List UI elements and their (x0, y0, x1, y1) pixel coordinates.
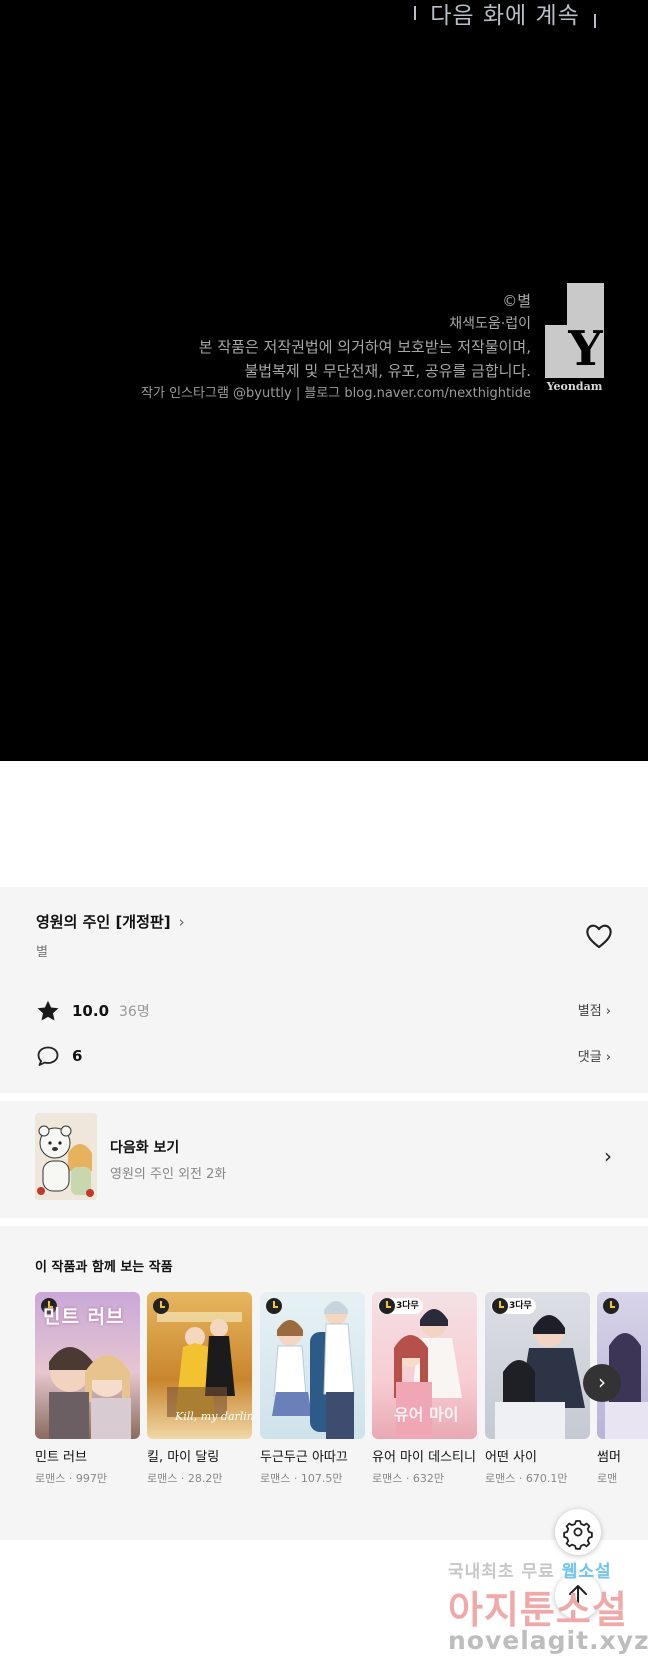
chevron-right-icon: › (605, 1004, 611, 1019)
card-title: 두근두근 아따끄 (260, 1450, 348, 1465)
card-title: 어떤 사이 (485, 1450, 537, 1465)
clock-icon (492, 1298, 508, 1314)
badge-label: 3다무 (509, 1301, 532, 1311)
comment-row: 6 (36, 1045, 82, 1067)
next-episode-thumbnail (35, 1113, 97, 1200)
work-title-link[interactable]: 영원의 주인 [개정판] › (36, 911, 185, 932)
card-meta: 로맨스 · 670.1만 (485, 1472, 568, 1485)
cover-thumbnail (260, 1292, 365, 1439)
copyright-notice-line-2: 불법복제 및 무단전재, 유포, 공유를 금합니다. (244, 362, 531, 380)
card-title: 썸머 (597, 1450, 621, 1465)
copyright-text: ©별 (502, 292, 531, 310)
badge-label: 3다무 (396, 1301, 419, 1311)
star-icon (37, 1000, 59, 1021)
publisher-logo: Y Yeondam (545, 283, 604, 397)
comment-count: 6 (72, 1047, 83, 1065)
free-badge: 3다무 (491, 1298, 536, 1314)
comment-link-label: 댓글 (577, 1050, 602, 1065)
copyright-notice-line-1: 본 작품은 저작권법에 의거하여 보호받는 저작물이며, (198, 338, 531, 356)
work-title: 영원의 주인 [개정판] (36, 913, 171, 931)
svg-text:Kill, my darling: Kill, my darling (174, 1410, 252, 1423)
logo-text: Yeondam (546, 380, 603, 393)
assist-credit: 채색도움·럽이 (449, 316, 531, 332)
card-title: 유어 마이 데스티니 (372, 1450, 476, 1465)
work-info-section: 영원의 주인 [개정판] › 별 10.0 36명 별점 › 6 댓글 › (0, 887, 648, 1093)
clock-icon (153, 1298, 169, 1314)
site-watermark: 국내최초 무료 웹소설 아지툰소설 novelagit.xyz (440, 1551, 648, 1666)
chevron-right-icon: › (605, 1050, 611, 1065)
heart-icon[interactable] (585, 923, 613, 949)
chevron-right-icon: › (598, 1370, 606, 1394)
recommendation-card[interactable]: 유어 마이 3다무 유어 마이 데스티니 로맨스 · 632만 (372, 1292, 477, 1486)
clock-icon (266, 1298, 282, 1314)
card-meta: 로맨 (597, 1472, 618, 1485)
card-meta: 로맨스 · 632만 (372, 1472, 444, 1485)
rate-link[interactable]: 별점 › (578, 1000, 611, 1019)
cover-thumbnail: 3다무 (485, 1292, 590, 1439)
watermark-line-3: novelagit.xyz (448, 1626, 648, 1655)
credits-block: ©별 채색도움·럽이 본 작품은 저작권법에 의거하여 보호받는 저작물이며, … (61, 289, 531, 405)
chevron-right-icon: › (604, 1144, 612, 1168)
next-episode-card[interactable]: 다음화 보기 영원의 주인 외전 2화 › (0, 1101, 648, 1218)
work-author: 별 (36, 945, 48, 960)
recommendation-card[interactable]: Kill, my darling 킬, 마이 달링 로맨스 · 28.2만 (147, 1292, 252, 1486)
cover-thumbnail: 민트 러브 (35, 1292, 140, 1439)
cover-title: 민트 러브 (43, 1306, 125, 1328)
chevron-right-icon: › (178, 912, 185, 931)
speech-bubble-icon (37, 1046, 59, 1066)
rate-link-label: 별점 (577, 1004, 602, 1019)
recommendation-card[interactable]: 두근두근 아따끄 로맨스 · 107.5만 (260, 1292, 365, 1486)
recommendations-section: 이 작품과 함께 보는 작품 민트 러브 민트 러브 로맨스 · 997만 Ki… (0, 1226, 648, 1540)
card-meta: 로맨스 · 107.5만 (260, 1472, 343, 1485)
card-meta: 로맨스 · 28.2만 (147, 1472, 223, 1485)
logo-mark: Y (545, 283, 604, 378)
card-meta: 로맨스 · 997만 (35, 1472, 107, 1485)
free-badge: 3다무 (378, 1298, 423, 1314)
recommendation-card[interactable]: 민트 러브 민트 러브 로맨스 · 997만 (35, 1292, 140, 1486)
card-title: 킬, 마이 달링 (147, 1450, 220, 1465)
next-episode-subtitle: 영원의 주인 외전 2화 (110, 1167, 227, 1182)
cover-thumbnail: 유어 마이 3다무 (372, 1292, 477, 1439)
to-be-continued-caption: 다음 화에 계속 (410, 0, 600, 32)
rating-score: 10.0 (72, 1002, 110, 1020)
carousel-next-button[interactable]: › (583, 1364, 621, 1402)
card-title: 민트 러브 (35, 1450, 87, 1465)
settings-button[interactable] (555, 1509, 601, 1555)
svg-text:유어 마이: 유어 마이 (394, 1405, 458, 1424)
comment-link[interactable]: 댓글 › (578, 1046, 611, 1065)
recommendation-card[interactable]: 3다무 어떤 사이 로맨스 · 670.1만 (485, 1292, 590, 1486)
next-episode-label: 다음화 보기 (110, 1140, 180, 1156)
recommendations-title: 이 작품과 함께 보는 작품 (35, 1260, 173, 1275)
comic-panel: 다음 화에 계속 ©별 채색도움·럽이 본 작품은 저작권법에 의거하여 보호받… (0, 0, 648, 761)
author-sns-line: 작가 인스타그램 @byuttly | 블로그 blog.naver.com/n… (141, 386, 531, 401)
clock-icon (603, 1298, 619, 1314)
gear-icon (563, 1520, 593, 1550)
clock-icon (379, 1298, 395, 1314)
rating-row: 10.0 36명 (36, 999, 150, 1023)
rating-count: 36명 (119, 1004, 150, 1020)
cover-thumbnail: Kill, my darling (147, 1292, 252, 1439)
